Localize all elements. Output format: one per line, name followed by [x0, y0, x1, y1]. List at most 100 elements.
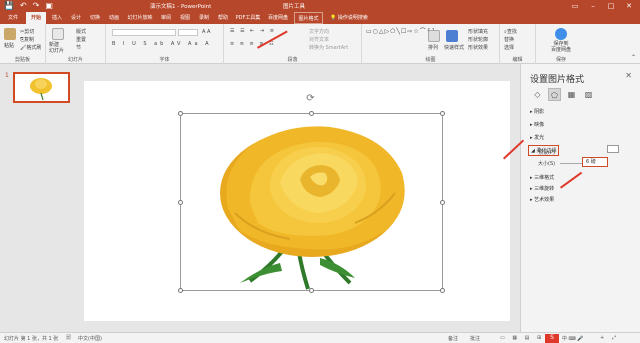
size-input[interactable]: 6 磅 — [582, 157, 608, 167]
tab-baidu-netdisk[interactable]: 百度网盘 — [264, 12, 292, 24]
collapse-ribbon-icon[interactable]: ⌃ — [631, 54, 636, 61]
comments-button[interactable]: 批注 — [470, 335, 480, 342]
section-glow-label: 发光 — [534, 135, 545, 141]
resize-handle-left[interactable] — [178, 200, 183, 205]
format-painter-button[interactable]: 🖌格式刷 — [20, 44, 41, 51]
drawing-label: 绘图 — [425, 57, 436, 63]
tab-animations[interactable]: 动画 — [105, 12, 123, 24]
tab-pdf-tools[interactable]: PDF工具集 — [233, 12, 263, 24]
shape-outline-button[interactable]: 形状轮廓 — [468, 36, 488, 43]
resize-handle-top-right[interactable] — [440, 111, 445, 116]
new-slide-button[interactable]: 新建 幻灯片 — [49, 42, 71, 54]
resize-handle-bottom-left[interactable] — [178, 288, 183, 293]
fit-slide-icon[interactable]: ⤢ — [612, 335, 616, 341]
baidu-cloud-icon[interactable] — [555, 28, 567, 40]
tab-picture-format[interactable]: 图片格式 — [294, 12, 323, 24]
align-text-button[interactable]: 对齐文本 — [309, 36, 329, 43]
view-buttons[interactable]: ▭ ▦ ▤ ⊞ — [500, 335, 544, 341]
undo-icon[interactable]: ↶ — [20, 1, 27, 11]
select-button[interactable]: 选择 — [504, 44, 514, 51]
cut-button[interactable]: ✂剪切 — [20, 28, 34, 35]
cut-label: 剪切 — [24, 29, 35, 35]
font-name-select[interactable] — [112, 29, 176, 36]
paste-button[interactable]: 粘贴 — [4, 42, 14, 49]
resize-handle-bottom[interactable] — [309, 288, 314, 293]
ribbon-display-icon[interactable]: ▭ — [566, 0, 584, 12]
tab-record[interactable]: 录制 — [195, 12, 213, 24]
zoom-in-button[interactable]: + — [600, 335, 604, 341]
resize-handle-right[interactable] — [440, 200, 445, 205]
grow-font-icon[interactable]: A A — [202, 29, 210, 35]
tab-review[interactable]: 审阅 — [157, 12, 175, 24]
rotate-handle-icon[interactable]: ⟳ — [305, 93, 316, 104]
resize-handle-top[interactable] — [309, 111, 314, 116]
reset-button[interactable]: 重置 — [76, 36, 86, 43]
section-glow[interactable]: ▸ 发光 — [530, 134, 544, 141]
find-button[interactable]: ⌕查找 — [504, 28, 517, 35]
slide-number: 1 — [5, 72, 9, 79]
size-label: 大小(S) — [538, 161, 556, 167]
font-size-select[interactable] — [178, 29, 198, 36]
tab-help[interactable]: 帮助 — [214, 12, 232, 24]
font-format-buttons[interactable]: B I U S ab AV Aa A — [112, 41, 212, 47]
notes-button[interactable]: 备注 — [448, 335, 458, 342]
section-3d-rotation[interactable]: ▸ 三维旋转 — [530, 185, 554, 192]
pane-close-icon[interactable]: ✕ — [625, 71, 632, 80]
tab-slideshow[interactable]: 幻灯片放映 — [124, 12, 156, 24]
ime-tray-icons[interactable]: 中 ⌨ 🎤 — [562, 335, 584, 342]
shapes-gallery[interactable]: ▭○△▷⬠╲☐⇨☆⌒{} — [366, 28, 435, 35]
section-3d-format[interactable]: ▸ 三维格式 — [530, 174, 554, 181]
tab-transitions[interactable]: 切换 — [86, 12, 104, 24]
new-slide-icon[interactable] — [52, 28, 64, 40]
section-artistic-effects[interactable]: ▸ 艺术效果 — [530, 196, 554, 203]
section-reflection[interactable]: ▸ 映像 — [530, 121, 544, 128]
section-button[interactable]: 节 — [76, 44, 81, 51]
quick-styles-icon[interactable] — [446, 30, 458, 42]
layout-button[interactable]: 版式 — [76, 28, 86, 35]
shape-effects-button[interactable]: 形状效果 — [468, 44, 488, 51]
status-bar: 幻灯片 第 1 张，共 1 张 🗐 中文(中国) 备注 批注 ▭ ▦ ▤ ⊞ S… — [0, 332, 640, 343]
text-direction-button[interactable]: 文字方向 — [309, 28, 329, 35]
rose-thumbnail-image — [30, 78, 52, 101]
save-icon[interactable]: 💾 — [4, 1, 14, 11]
redo-icon[interactable]: ↷ — [33, 1, 40, 11]
size-slider[interactable] — [560, 163, 582, 164]
smartart-button[interactable]: 转换为 SmartArt — [309, 44, 348, 51]
replace-button[interactable]: 替换 — [504, 36, 514, 43]
copy-button[interactable]: ⎘复制 — [20, 36, 34, 43]
preset-label: 预设(P) — [538, 150, 555, 156]
effects-icon[interactable]: ⬠ — [548, 88, 561, 101]
size-properties-icon[interactable]: ▦ — [565, 88, 578, 101]
maximize-button[interactable]: □ — [602, 0, 620, 12]
tell-me-search[interactable]: 💡 操作说明搜索 — [330, 12, 368, 24]
tab-insert[interactable]: 插入 — [48, 12, 66, 24]
arrange-icon[interactable] — [428, 30, 440, 42]
quick-styles-button[interactable]: 快速样式 — [444, 44, 464, 51]
preset-dropdown[interactable] — [607, 145, 619, 153]
resize-handle-bottom-right[interactable] — [440, 288, 445, 293]
language-status[interactable]: 中文(中国) — [78, 335, 102, 342]
window-controls: ▭ – □ ✕ — [566, 0, 638, 12]
find-label: 查找 — [506, 29, 517, 35]
section-shadow[interactable]: ▸ 阴影 — [530, 108, 544, 115]
fill-line-icon[interactable]: ◇ — [531, 88, 544, 101]
resize-handle-top-left[interactable] — [178, 111, 183, 116]
tab-view[interactable]: 视图 — [176, 12, 194, 24]
save-to-baidu-button[interactable]: 保存到 百度网盘 — [542, 41, 580, 53]
tab-design[interactable]: 设计 — [67, 12, 85, 24]
input-method-icon[interactable]: S — [545, 334, 559, 343]
tab-home[interactable]: 开始 — [26, 12, 46, 24]
paste-icon[interactable] — [4, 28, 16, 40]
close-button[interactable]: ✕ — [620, 0, 638, 12]
tab-file[interactable]: 文件 — [4, 12, 22, 24]
arrange-button[interactable]: 排列 — [428, 44, 438, 51]
present-icon[interactable]: ▣ — [45, 1, 53, 11]
picture-icon[interactable]: ▨ — [582, 88, 595, 101]
accessibility-icon[interactable]: 🗐 — [66, 335, 71, 343]
pane-category-icons: ◇ ⬠ ▦ ▨ — [531, 88, 595, 101]
slide-thumbnail[interactable] — [13, 72, 70, 103]
minimize-button[interactable]: – — [584, 0, 602, 12]
shape-fill-button[interactable]: 形状填充 — [468, 28, 488, 35]
list-buttons[interactable]: ☰ ☰ ⇤ ⇥ ≡ — [230, 28, 276, 34]
section-3d-format-label: 三维格式 — [534, 175, 555, 181]
